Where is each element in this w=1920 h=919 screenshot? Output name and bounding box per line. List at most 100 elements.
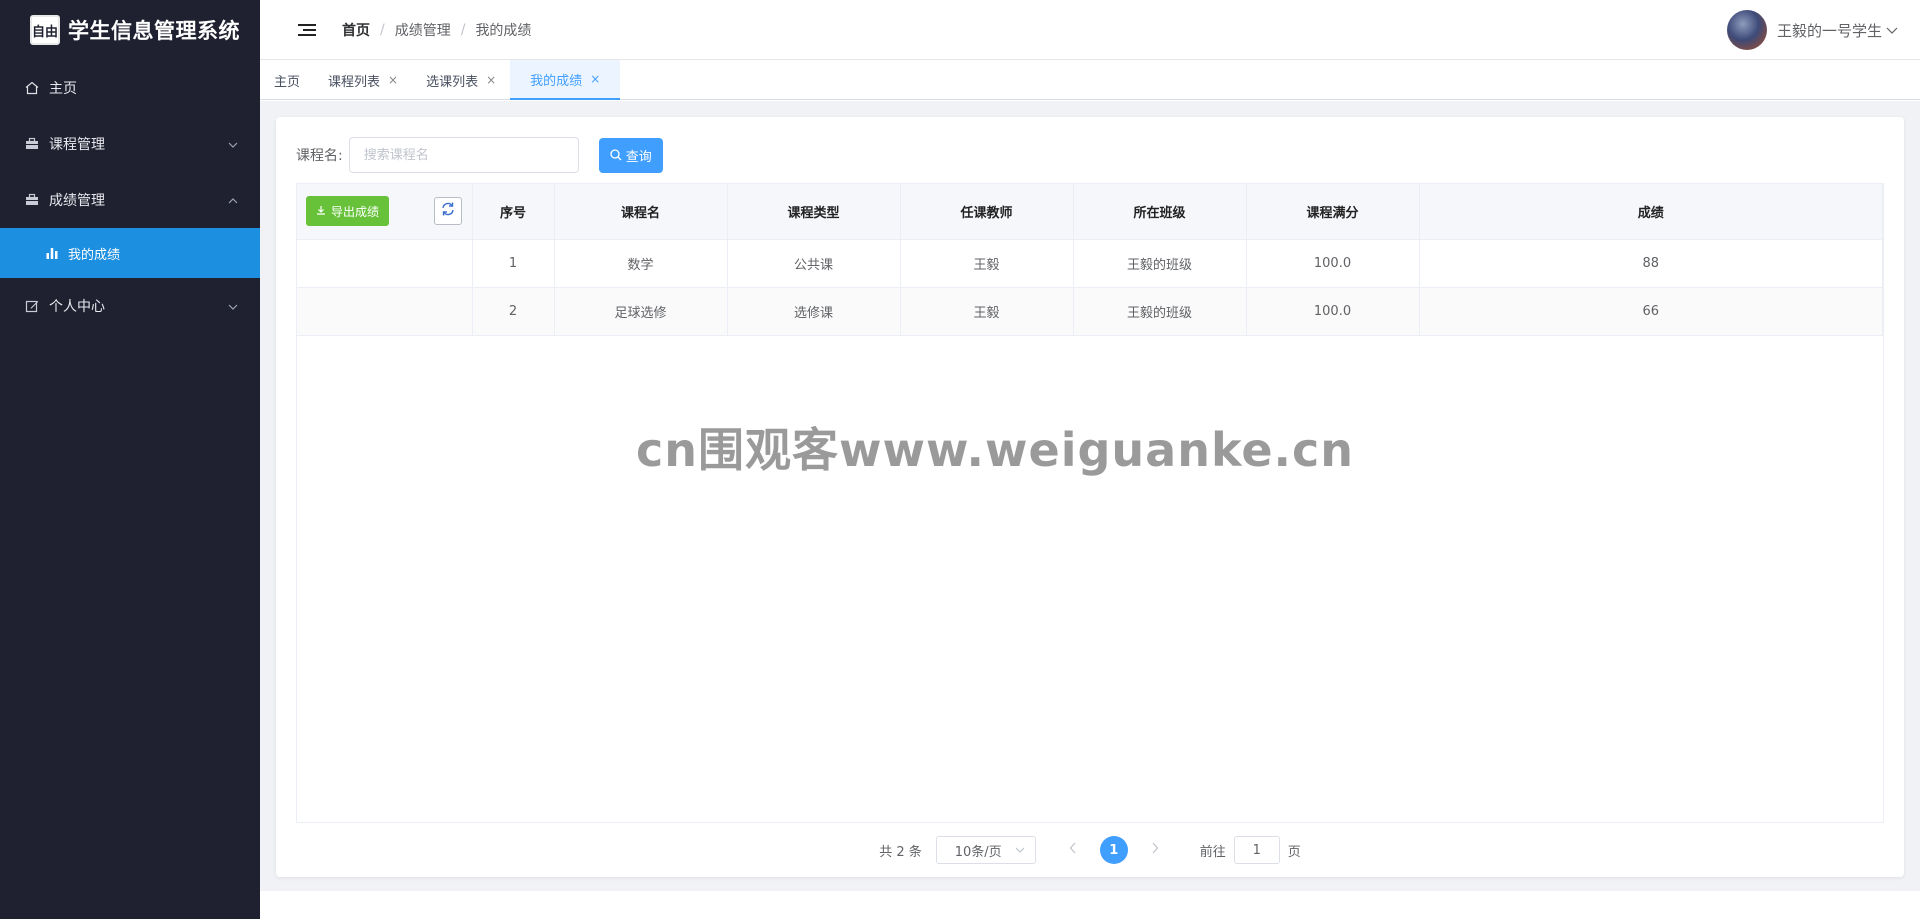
refresh-icon [440,201,456,221]
sidebar-item-label: 主页 [49,81,77,97]
table-cell: 选修课 [727,287,901,336]
table-cell: 公共课 [727,239,901,288]
bar-chart-icon [44,245,60,261]
search-bar: 课程名: 查询 [296,137,663,173]
tabs-bar: 主页 课程列表 × 选课列表 × 我的成绩 × [260,60,1920,100]
sidebar-item-label: 我的成绩 [68,247,121,263]
goto-page: 前往 页 [1200,836,1301,864]
column-header-teacher: 任课教师 [900,184,1074,240]
table-cell: 足球选修 [554,287,728,336]
column-header-score: 成绩 [1419,184,1883,240]
tab-my-grades[interactable]: 我的成绩 × [510,60,621,100]
sidebar-menu: 主页 课程管理 成绩管理 我的成绩 个人中心 [0,60,260,334]
refresh-button[interactable] [433,197,462,225]
chevron-down-icon [1015,845,1025,856]
user-name[interactable]: 王毅的一号学生 [1777,20,1882,41]
table-cell: 数学 [554,239,728,288]
close-icon[interactable]: × [486,73,496,87]
top-header: 首页 / 成绩管理 / 我的成绩 王毅的一号学生 [260,0,1920,60]
brand-logo: 自由 [30,15,60,45]
table-cell: 2 [472,287,555,336]
tab-label: 课程列表 [328,74,381,90]
breadcrumb-separator: / [380,21,385,38]
sidebar-item-home[interactable]: 主页 [0,60,260,116]
tab-label: 我的成绩 [530,73,583,89]
table-cell: 66 [1419,287,1883,336]
sidebar-item-my-grades[interactable]: 我的成绩 [0,228,260,278]
user-menu[interactable]: 王毅的一号学生 [1726,10,1898,50]
table-cell: 王毅 [900,287,1074,336]
chevron-down-icon [228,137,238,151]
table-cell: 王毅 [900,239,1074,288]
table-row: 1 数学 公共课 王毅 王毅的班级 100.0 88 [297,239,1883,288]
tab-home[interactable]: 主页 [260,60,314,100]
table-cell: 王毅的班级 [1073,239,1247,288]
bottom-strip [260,891,1920,919]
table-header-row: 导出成绩 序号 课程名 课程类型 任课教师 所在班级 课程满分 成绩 [297,184,1883,240]
sidebar-item-label: 成绩管理 [49,193,105,209]
table-cell-toolbar [297,287,473,336]
content-card: 课程名: 查询 导出成绩 [276,117,1904,877]
tab-course-list[interactable]: 课程列表 × [314,60,412,100]
column-header-course-type: 课程类型 [727,184,901,240]
export-grades-label: 导出成绩 [331,204,380,219]
brand: 自由 学生信息管理系统 [0,0,260,60]
chevron-up-icon [228,193,238,207]
table-cell: 88 [1419,239,1883,288]
table-cell: 1 [472,239,555,288]
hamburger-icon[interactable] [298,23,316,36]
sidebar: 自由 学生信息管理系统 主页 课程管理 成绩管理 我的成绩 个人中心 [0,0,260,919]
table-cell: 100.0 [1246,239,1420,288]
sidebar-item-personal-center[interactable]: 个人中心 [0,278,260,334]
close-icon[interactable]: × [388,73,398,87]
avatar[interactable] [1726,10,1767,50]
sidebar-item-grade-management[interactable]: 成绩管理 [0,172,260,228]
tab-label: 选课列表 [426,74,479,90]
breadcrumb: 首页 / 成绩管理 / 我的成绩 [342,20,531,40]
home-icon [24,80,40,96]
table-cell-toolbar [297,239,473,288]
query-button-label: 查询 [625,149,652,165]
breadcrumb-item-home[interactable]: 首页 [342,20,370,40]
briefcase-icon [24,192,40,208]
column-header-class: 所在班级 [1073,184,1247,240]
table-cell: 王毅的班级 [1073,287,1247,336]
tab-selection-list[interactable]: 选课列表 × [412,60,510,100]
table-row: 2 足球选修 选修课 王毅 王毅的班级 100.0 66 [297,287,1883,336]
page-size-select[interactable]: 10条/页 [935,836,1036,864]
chevron-down-icon [228,299,238,313]
grades-table: 导出成绩 序号 课程名 课程类型 任课教师 所在班级 课程满分 成绩 1 数学 … [296,183,1884,823]
download-icon [316,205,326,218]
brand-title: 学生信息管理系统 [68,19,240,43]
page-number-current[interactable]: 1 [1099,836,1128,864]
close-icon[interactable]: × [590,72,600,86]
pagination-total: 共 2 条 [879,844,922,860]
course-name-search-input[interactable] [348,137,579,173]
toolbar-cell: 导出成绩 [297,184,473,240]
page-size-value: 10条/页 [954,844,1002,860]
breadcrumb-item-grade-management: 成绩管理 [394,22,451,39]
tab-label: 主页 [274,74,301,90]
goto-suffix: 页 [1287,844,1301,860]
column-header-index: 序号 [472,184,555,240]
breadcrumb-item-my-grades: 我的成绩 [475,22,532,39]
export-grades-button[interactable]: 导出成绩 [306,196,390,226]
column-header-full-score: 课程满分 [1246,184,1420,240]
next-page-button[interactable] [1140,842,1170,858]
breadcrumb-separator: / [460,21,466,38]
query-button[interactable]: 查询 [598,137,663,173]
chevron-down-icon[interactable] [1886,23,1898,37]
goto-prefix: 前往 [1199,844,1226,860]
pagination: 共 2 条 10条/页 1 前往 页 [276,836,1904,864]
sidebar-item-label: 课程管理 [49,137,105,153]
search-icon [610,149,622,161]
column-header-course-name: 课程名 [554,184,728,240]
table-cell: 100.0 [1246,287,1420,336]
sidebar-item-course-management[interactable]: 课程管理 [0,116,260,172]
briefcase-icon [24,136,40,152]
prev-page-button[interactable] [1058,842,1088,858]
goto-page-input[interactable] [1233,836,1280,864]
sidebar-item-label: 个人中心 [49,299,105,315]
edit-icon [24,298,40,314]
search-label: 课程名: [296,148,343,164]
